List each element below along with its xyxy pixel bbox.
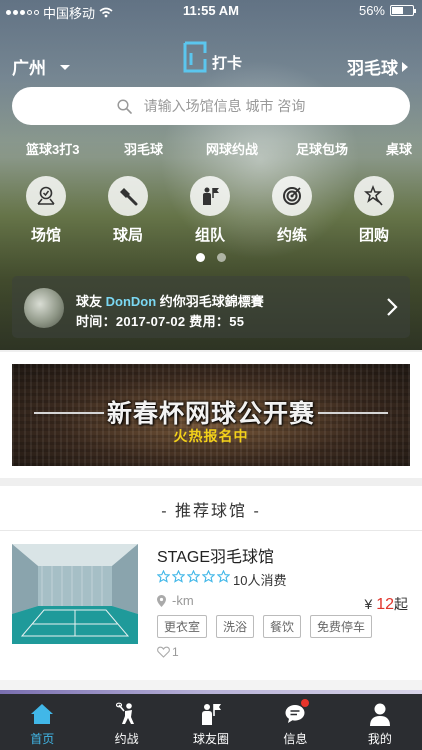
category-badminton[interactable]: 羽毛球	[124, 139, 163, 158]
category-tennis[interactable]: 网球约战	[206, 139, 258, 158]
price-symbol: ¥	[364, 596, 377, 612]
tab-bar: 首页 约战 球友圈 信息 我的	[0, 694, 422, 750]
divider	[0, 530, 422, 531]
banner-subtitle: 火热报名中	[173, 428, 249, 444]
tag-dining: 餐饮	[263, 615, 302, 638]
action-group-buy[interactable]: 团购	[334, 176, 414, 245]
sport-label: 羽毛球	[347, 59, 398, 78]
battery-percent: 56%	[358, 3, 385, 18]
avatar	[24, 288, 64, 328]
tab-messages[interactable]: 信息	[253, 694, 337, 750]
venue-distance-value: -km	[172, 593, 194, 608]
app-logo: 打卡	[182, 40, 242, 73]
venue-distance: -km	[157, 593, 194, 608]
tag-free-parking: 免费停车	[310, 615, 373, 638]
category-football[interactable]: 足球包场	[296, 139, 348, 158]
tab-friends[interactable]: 球友圈	[169, 694, 253, 750]
invite-card[interactable]: 球友 DonDon 约你羽毛球錦標賽 时间：2017-07-02 费用：55	[12, 276, 410, 338]
action-match-label: 球局	[112, 227, 143, 244]
chevron-right-icon	[402, 61, 408, 72]
battle-icon	[115, 702, 134, 724]
action-venue-label: 场馆	[30, 227, 61, 244]
search-bar[interactable]: 请输入场馆信息 城市 咨询	[12, 87, 410, 125]
battery-fill	[392, 7, 404, 14]
tag-locker-room: 更衣室	[157, 615, 208, 638]
top-nav: 广州 打卡 羽毛球	[0, 36, 422, 80]
category-billiards[interactable]: 桌球	[386, 139, 412, 158]
tab-home[interactable]: 首页	[0, 694, 84, 750]
action-venue[interactable]: 场馆	[6, 176, 86, 245]
battery-icon	[390, 5, 416, 16]
tab-profile-label: 我的	[367, 732, 392, 746]
star-icon	[202, 570, 215, 583]
tab-battle-label: 约战	[114, 732, 139, 746]
friends-icon	[202, 704, 222, 725]
price-suffix: 起	[394, 596, 408, 612]
group-buy-icon	[354, 176, 394, 216]
star-icon	[217, 570, 230, 583]
heart-icon	[157, 646, 170, 658]
invite-friend-name[interactable]: DonDon	[106, 294, 157, 309]
invite-detail: 时间：2017-07-02 费用：55	[76, 314, 245, 329]
recommended-title: - 推荐球馆 -	[161, 503, 261, 520]
target-icon	[272, 176, 312, 216]
invite-prefix: 球友	[76, 294, 106, 309]
city-selector[interactable]: 广州	[12, 54, 70, 79]
venue-image	[12, 544, 138, 644]
carousel-dot-active[interactable]	[196, 253, 205, 262]
notification-badge	[301, 699, 310, 707]
tab-profile[interactable]: 我的	[338, 694, 422, 750]
venue-icon	[26, 176, 66, 216]
carousel-dots	[196, 253, 226, 262]
action-team[interactable]: 组队	[170, 176, 250, 245]
tab-messages-label: 信息	[283, 732, 308, 746]
chevron-down-icon	[60, 65, 70, 70]
city-label: 广州	[12, 59, 46, 78]
promo-banner[interactable]: 新春杯网球公开赛 火热报名中	[12, 364, 410, 466]
logo-mark-icon	[183, 41, 207, 72]
action-training[interactable]: 约练	[252, 176, 332, 245]
carousel-dot[interactable]	[217, 253, 226, 262]
venue-likes[interactable]: 1	[157, 645, 179, 659]
invite-text: 约你羽毛球錦標賽	[156, 294, 264, 309]
venue-tags: 更衣室 洗浴 餐饮 免费停车	[157, 615, 373, 638]
venue-rating	[157, 570, 230, 583]
star-icon	[172, 570, 185, 583]
tag-shower: 洗浴	[216, 615, 255, 638]
section-divider	[0, 478, 422, 486]
action-team-label: 组队	[194, 227, 225, 244]
chevron-right-icon	[387, 298, 398, 316]
search-placeholder: 请输入场馆信息 城市 咨询	[143, 98, 306, 114]
category-tabs: 篮球3打3 羽毛球 网球约战 足球包场 桌球	[0, 139, 422, 157]
logo-text: 打卡	[212, 55, 243, 72]
venue-name: STAGE羽毛球馆	[157, 549, 275, 566]
sport-selector[interactable]: 羽毛球	[347, 54, 408, 79]
price-value: 12	[376, 596, 394, 613]
action-training-label: 约练	[276, 227, 307, 244]
tab-battle[interactable]: 约战	[84, 694, 168, 750]
tab-friends-label: 球友圈	[193, 732, 230, 746]
section-divider	[0, 680, 422, 690]
location-pin-icon	[157, 594, 166, 607]
search-icon	[117, 98, 132, 114]
action-match[interactable]: 球局	[88, 176, 168, 245]
category-basketball[interactable]: 篮球3打3	[26, 139, 79, 158]
status-bar: 中国移动 11:55 AM 56%	[0, 0, 422, 22]
venue-price: ¥ 12起	[365, 594, 408, 614]
quick-actions: 场馆 球局 组队 约练 团购	[0, 176, 422, 246]
status-right: 56%	[358, 3, 416, 18]
team-icon	[190, 176, 230, 216]
star-icon	[187, 570, 200, 583]
profile-icon	[369, 703, 390, 726]
match-icon	[108, 176, 148, 216]
action-group-buy-label: 团购	[358, 227, 389, 244]
banner-title: 新春杯网球公开赛	[106, 400, 315, 428]
divider	[0, 350, 422, 352]
venue-consume-count: 10人消费	[233, 573, 287, 588]
invite-message: 球友 DonDon 约你羽毛球錦標賽	[76, 291, 264, 310]
likes-count: 1	[172, 645, 179, 659]
star-icon	[157, 570, 170, 583]
home-icon	[31, 704, 54, 724]
tab-home-label: 首页	[30, 732, 55, 746]
